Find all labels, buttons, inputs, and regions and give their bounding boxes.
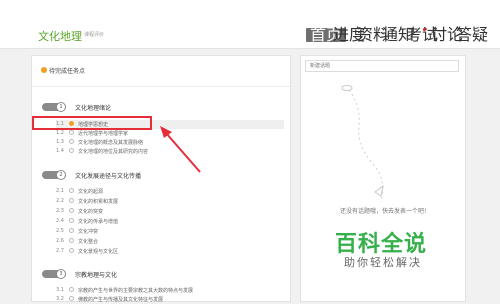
new-topic-input[interactable] [305, 60, 459, 72]
empty-state-illustration-icon [341, 85, 384, 203]
empty-state-text: 还没有话题哦，快去发表一个吧! [340, 208, 427, 215]
watermark-slogan: 助你轻松解决 [344, 256, 422, 269]
